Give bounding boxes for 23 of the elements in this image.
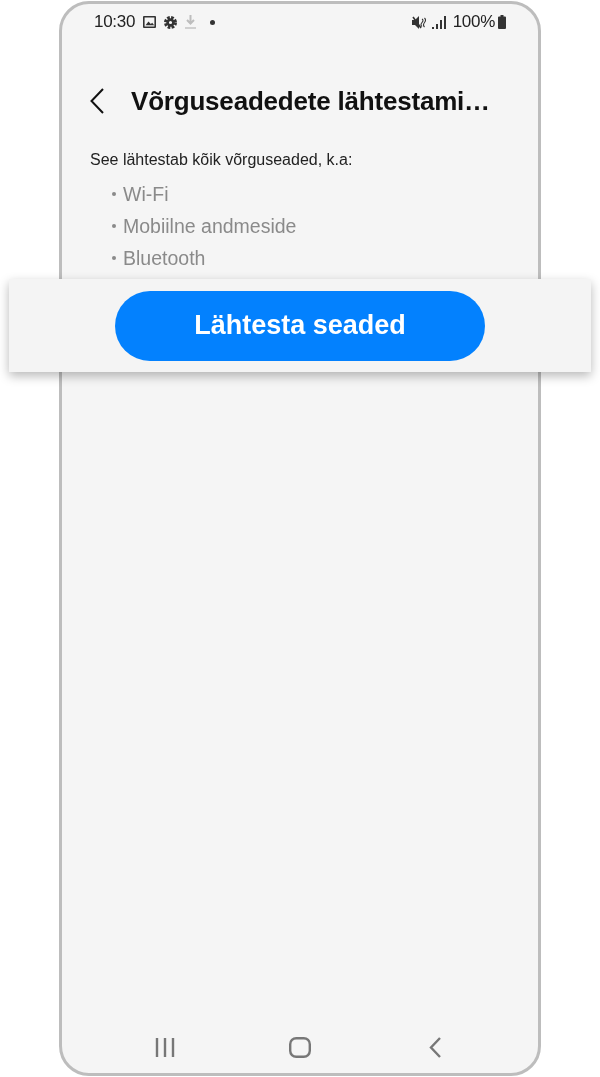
home-icon [289, 1036, 311, 1058]
list-item-text: Bluetooth [123, 246, 206, 270]
status-time: 10:30 [94, 12, 136, 32]
back-icon [90, 88, 104, 114]
download-icon [185, 15, 197, 29]
mute-icon [411, 15, 426, 29]
battery-icon [498, 15, 506, 29]
list-item-text: Mobiilne andmeside [123, 214, 297, 238]
description-text: See lähtestab kõik võrguseaded, k.a: [90, 150, 353, 170]
bullet-icon [112, 192, 116, 196]
bullet-icon [112, 256, 116, 260]
dot-icon [210, 19, 216, 25]
bullet-icon [112, 224, 116, 228]
gear-icon [164, 15, 178, 29]
image-icon [143, 16, 157, 28]
signal-icon [431, 15, 446, 29]
reset-settings-button[interactable]: Lähtesta seaded [115, 290, 485, 361]
list-item-text: Wi-Fi [123, 182, 169, 206]
back-button[interactable] [90, 88, 104, 114]
back-icon [429, 1036, 441, 1058]
battery-percent: 100% [452, 12, 495, 32]
recents-icon [155, 1037, 175, 1057]
page-title: Võrguseadedete lähtestami… [131, 85, 490, 117]
